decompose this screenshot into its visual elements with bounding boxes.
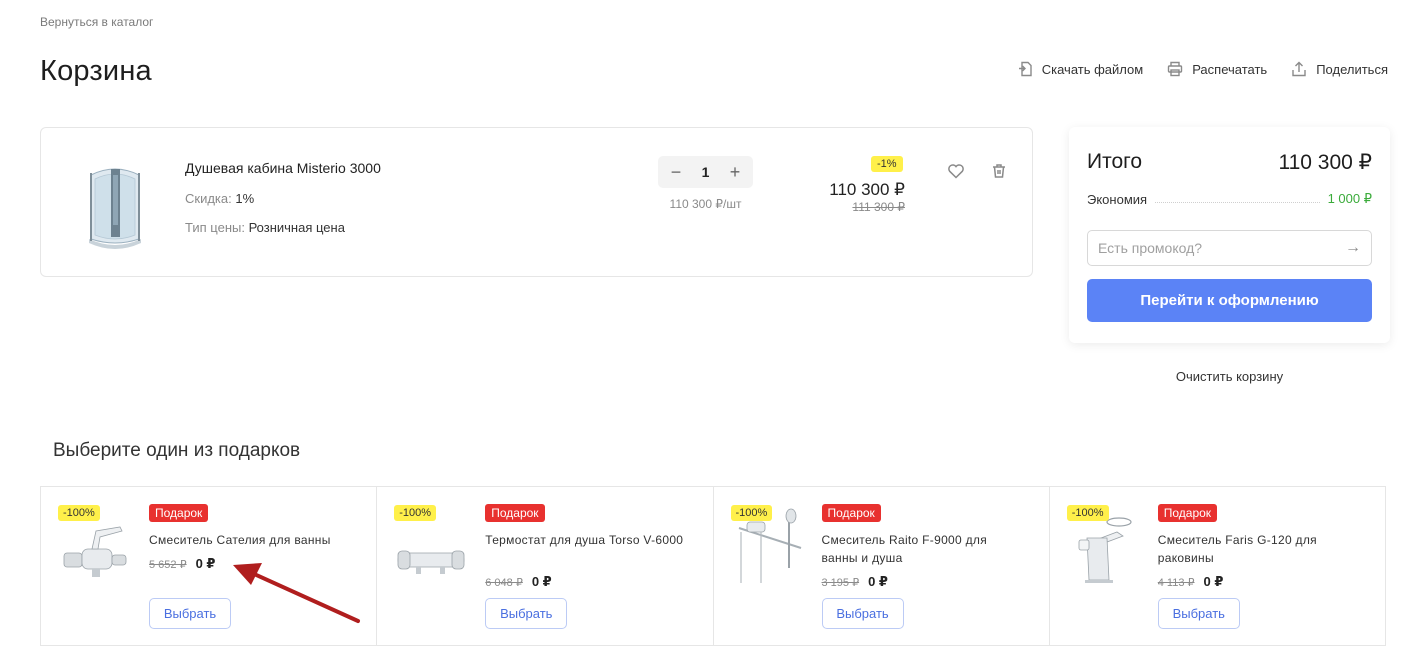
gift-discount-badge: -100%	[394, 505, 437, 521]
back-to-catalog-link[interactable]: Вернуться в каталог	[40, 15, 153, 29]
gift-prices: 6 048 ₽ 0 ₽	[485, 574, 551, 590]
cart-item: Душевая кабина Misterio 3000 Скидка: 1% …	[40, 127, 1033, 277]
savings-label: Экономия	[1087, 191, 1148, 207]
gift-prices: 3 195 ₽ 0 ₽	[822, 574, 888, 590]
heart-icon	[948, 164, 964, 179]
item-price: 110 300 ₽	[829, 180, 905, 199]
gifts-list: -100% Подарок Смеситель Сателия для ванн…	[40, 486, 1386, 646]
gift-discount-badge: -100%	[58, 505, 100, 521]
price-type-value: Розничная цена	[248, 220, 345, 235]
gift-tag: Подарок	[149, 504, 209, 522]
clear-cart-link[interactable]: Очистить корзину	[1069, 369, 1390, 384]
download-file-icon	[1018, 61, 1032, 77]
print-button[interactable]: Распечатать	[1167, 61, 1267, 77]
summary-total: 110 300 ₽	[1278, 151, 1372, 174]
gift-name[interactable]: Термостат для душа Torso V-6000	[485, 531, 690, 549]
page-title: Корзина	[40, 55, 152, 87]
gift-prices: 5 652 ₽ 0 ₽	[149, 556, 215, 572]
gift-price: 0 ₽	[868, 574, 888, 589]
page-actions: Скачать файлом Распечатать Поделиться	[1017, 61, 1388, 77]
gift-old-price: 5 652 ₽	[149, 559, 187, 571]
gift-image-thermostat	[397, 550, 465, 574]
share-label: Поделиться	[1316, 61, 1388, 77]
gift-tag: Подарок	[485, 504, 545, 522]
savings-amount: 1 000 ₽	[1327, 191, 1372, 206]
savings-row: Экономия 1 000 ₽	[1087, 191, 1372, 207]
discount-value: 1%	[235, 191, 255, 206]
share-icon	[1292, 61, 1306, 77]
discount-row: Скидка: 1%	[185, 191, 254, 206]
gift-price: 0 ₽	[1203, 574, 1224, 589]
gift-name[interactable]: Смеситель Faris G-120 для раковины	[1158, 531, 1363, 567]
choose-gift-button[interactable]: Выбрать	[1157, 598, 1240, 629]
share-button[interactable]: Поделиться	[1291, 61, 1388, 77]
gift-prices: 4 113 ₽ 0 ₽	[1158, 574, 1224, 590]
savings-leader	[1155, 201, 1320, 203]
apply-promo-arrow-icon[interactable]: →	[1345, 239, 1361, 257]
discount-badge: -1%	[871, 156, 903, 172]
price-type-row: Тип цены: Розничная цена	[185, 220, 345, 235]
trash-icon	[993, 164, 1005, 178]
gift-name[interactable]: Смеситель Сателия для ванны	[149, 531, 354, 549]
gift-tag: Подарок	[821, 504, 881, 522]
choose-gift-button[interactable]: Выбрать	[485, 598, 568, 629]
gift-card: -100% Подарок Смеситель Raito F-9000 для…	[714, 487, 1050, 645]
gift-card: -100% Подарок Смеситель Сателия для ванн…	[41, 487, 378, 645]
add-to-favorites-button[interactable]	[947, 162, 965, 180]
discount-label: Скидка:	[185, 191, 232, 206]
print-label: Распечатать	[1192, 61, 1268, 77]
checkout-button[interactable]: Перейти к оформлению	[1087, 279, 1372, 322]
choose-gift-button[interactable]: Выбрать	[821, 598, 904, 629]
item-old-price: 111 300 ₽	[852, 200, 905, 214]
summary-title: Итого	[1087, 150, 1143, 173]
quantity-value[interactable]: 1	[702, 164, 710, 180]
price-type-label: Тип цены:	[185, 220, 245, 235]
delete-item-button[interactable]	[990, 162, 1008, 180]
download-file-label: Скачать файлом	[1041, 61, 1144, 77]
gift-name[interactable]: Смеситель Raito F-9000 для ванны и душа	[822, 531, 1027, 567]
gift-discount-badge: -100%	[730, 505, 773, 521]
gift-card: -100% Подарок Смеситель Faris G-120 для …	[1050, 487, 1385, 645]
product-name[interactable]: Душевая кабина Misterio 3000	[185, 160, 381, 176]
choose-gift-button[interactable]: Выбрать	[149, 598, 231, 629]
decrease-quantity-button[interactable]: −	[668, 163, 684, 181]
gift-old-price: 6 048 ₽	[485, 577, 523, 589]
gift-card: -100% Подарок Термостат для душа Torso V…	[377, 487, 714, 645]
gifts-section-title: Выберите один из подарков	[53, 440, 301, 461]
order-summary: Итого 110 300 ₽ Экономия 1 000 ₽ → Перей…	[1069, 127, 1390, 343]
gift-price: 0 ₽	[531, 574, 552, 589]
gift-tag: Подарок	[1157, 504, 1218, 522]
promo-code-field: →	[1087, 230, 1372, 266]
unit-price: 110 300 ₽/шт	[669, 197, 742, 211]
shower-cabin-image	[89, 168, 141, 249]
quantity-stepper: − 1 +	[658, 156, 753, 188]
gift-price: 0 ₽	[195, 556, 216, 571]
download-file-button[interactable]: Скачать файлом	[1017, 61, 1143, 77]
gift-image-bath-mixer	[63, 526, 127, 577]
gift-discount-badge: -100%	[1066, 505, 1109, 521]
gift-old-price: 4 113 ₽	[1157, 577, 1195, 589]
gift-old-price: 3 195 ₽	[821, 577, 860, 589]
printer-icon	[1167, 61, 1183, 77]
promo-code-input[interactable]	[1098, 240, 1345, 256]
increase-quantity-button[interactable]: +	[727, 163, 743, 181]
